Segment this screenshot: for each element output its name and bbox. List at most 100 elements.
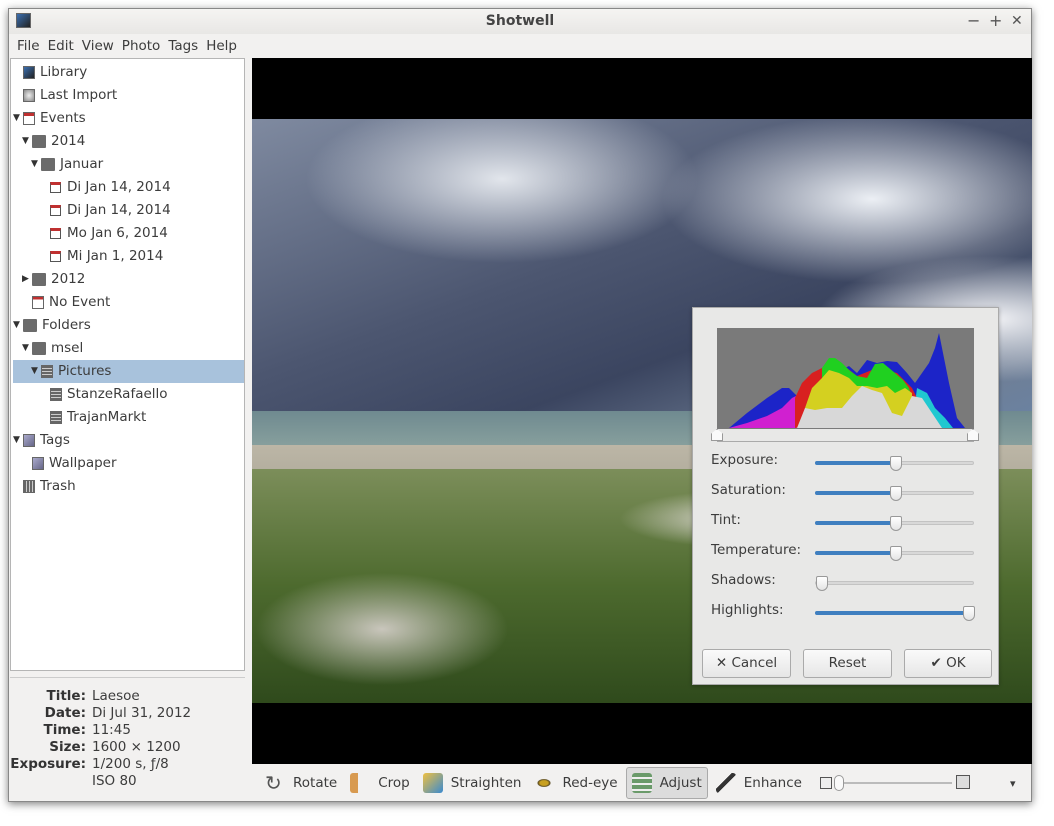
toolbar-label: Enhance [743,775,802,791]
calendar-icon [50,182,61,193]
sidebar-item-2012[interactable]: ▶ 2012 [22,268,85,291]
no-event-icon [32,296,44,309]
info-value: 1600 × 1200 [92,739,181,755]
ok-button[interactable]: ✔ OK [904,649,992,678]
toolbar-label: Adjust [659,775,702,791]
sidebar-item-events[interactable]: ▼ Events [13,107,86,130]
menu-tags[interactable]: Tags [164,34,202,58]
rotate-button[interactable]: ↻ Rotate [260,767,342,799]
shadows-label: Shadows: [711,572,776,588]
expander-icon[interactable]: ▶ [22,268,32,291]
folder-icon [32,342,46,355]
zoom-in-icon[interactable] [955,775,970,789]
zoom-out-icon[interactable] [819,777,832,789]
sidebar-item-no-event[interactable]: No Event [22,291,110,314]
adjust-button[interactable]: Adjust [625,767,708,799]
menu-view[interactable]: View [78,34,118,58]
expander-icon[interactable]: ▼ [31,153,41,176]
expander-icon[interactable]: ▼ [31,360,41,383]
reset-label: Reset [828,655,867,671]
window-title: Shotwell [485,13,555,29]
highlights-label: Highlights: [711,602,784,618]
sidebar-item-folders[interactable]: ▼ Folders [13,314,91,337]
temperature-label: Temperature: [711,542,802,558]
expander-icon[interactable]: ▼ [22,337,32,360]
highlights-slider[interactable] [815,606,975,621]
sidebar-item-mi-jan-1-2014[interactable]: Mi Jan 1, 2014 [40,245,163,268]
sidebar-item-label: Januar [60,156,104,172]
sidebar-item-label: Tags [40,432,70,448]
sidebar-item-last-import[interactable]: Last Import [13,84,117,107]
sidebar-item-library[interactable]: Library [13,61,87,84]
histogram-range-slider[interactable] [717,434,974,442]
expander-icon[interactable]: ▼ [22,130,32,153]
straighten-button[interactable]: Straighten [418,767,527,799]
minimize-button[interactable]: − [967,9,980,33]
toolbar-overflow-button[interactable]: ▾ [1010,777,1016,790]
temperature-slider[interactable] [815,546,974,561]
info-key: Title: [46,688,86,704]
histogram-high-handle[interactable] [967,429,979,441]
sidebar-item-mo-jan-6-2014[interactable]: Mo Jan 6, 2014 [40,222,168,245]
sidebar-item-2014[interactable]: ▼ 2014 [22,130,85,153]
calendar-icon [50,228,61,239]
cancel-button[interactable]: ✕ Cancel [702,649,791,678]
rotate-icon: ↻ [265,771,282,795]
sidebar-item-label: Wallpaper [49,455,117,471]
tint-label: Tint: [711,512,741,528]
red-eye-button[interactable]: Red-eye [529,767,622,799]
sidebar-item-label: Mo Jan 6, 2014 [67,225,168,241]
histogram [717,328,974,429]
info-key: Time: [43,722,86,738]
menu-edit[interactable]: Edit [44,34,78,58]
straighten-icon [422,773,443,793]
app-icon [16,13,31,28]
menu-bar: File Edit View Photo Tags Help [9,34,1031,58]
sidebar-item-trajanmarkt[interactable]: TrajanMarkt [40,406,146,429]
shadows-slider[interactable] [815,576,974,591]
sidebar-item-tags[interactable]: ▼ Tags [13,429,70,452]
crop-button[interactable]: Crop [345,767,415,799]
sidebar-item-msel[interactable]: ▼ msel [22,337,83,360]
sidebar-item-label: Di Jan 14, 2014 [67,202,171,218]
red-eye-icon [534,773,555,793]
cancel-icon: ✕ [715,655,728,671]
menu-file[interactable]: File [13,34,44,58]
menu-photo[interactable]: Photo [118,34,165,58]
histogram-low-handle[interactable] [711,429,723,441]
sidebar-item-di-jan-14-2014[interactable]: Di Jan 14, 2014 [40,176,171,199]
enhance-icon [715,773,736,793]
tint-slider[interactable] [815,516,974,531]
maximize-button[interactable]: + [989,9,1002,33]
slider-fill [815,611,974,615]
reset-button[interactable]: Reset [803,649,892,678]
sidebar-item-label: Events [40,110,86,126]
slider-thumb[interactable] [889,486,902,501]
slider-thumb[interactable] [816,576,828,591]
tag-icon [32,457,44,470]
expander-icon[interactable]: ▼ [13,429,23,452]
sidebar-item-wallpaper[interactable]: Wallpaper [22,452,117,475]
exposure-slider[interactable] [815,456,974,471]
expander-icon[interactable]: ▼ [13,314,23,337]
slider-thumb[interactable] [963,606,975,621]
slider-thumb[interactable] [889,456,902,471]
close-button[interactable]: ✕ [1011,9,1023,33]
shotwell-window: Shotwell − + ✕ File Edit View Photo Tags… [8,8,1032,802]
expander-icon[interactable]: ▼ [13,107,23,130]
saturation-slider[interactable] [815,486,974,501]
sidebar-item-label: 2012 [51,271,86,287]
menu-help[interactable]: Help [202,34,241,58]
sidebar-item-januar[interactable]: ▼ Januar [31,153,103,176]
slider-thumb[interactable] [889,546,902,561]
sidebar-item-trash[interactable]: Trash [13,475,76,498]
sidebar-item-pictures[interactable]: ▼ Pictures [13,360,244,383]
sidebar-item-di-jan-14-2014[interactable]: Di Jan 14, 2014 [40,199,171,222]
enhance-button[interactable]: Enhance [711,767,807,799]
zoom-thumb[interactable] [833,775,844,791]
sidebar-item-stanzerafaello[interactable]: StanzeRafaello [40,383,168,406]
slider-thumb[interactable] [889,516,902,531]
exposure-label: Exposure: [711,452,779,468]
document-icon [50,411,62,424]
zoom-slider[interactable] [819,775,970,791]
